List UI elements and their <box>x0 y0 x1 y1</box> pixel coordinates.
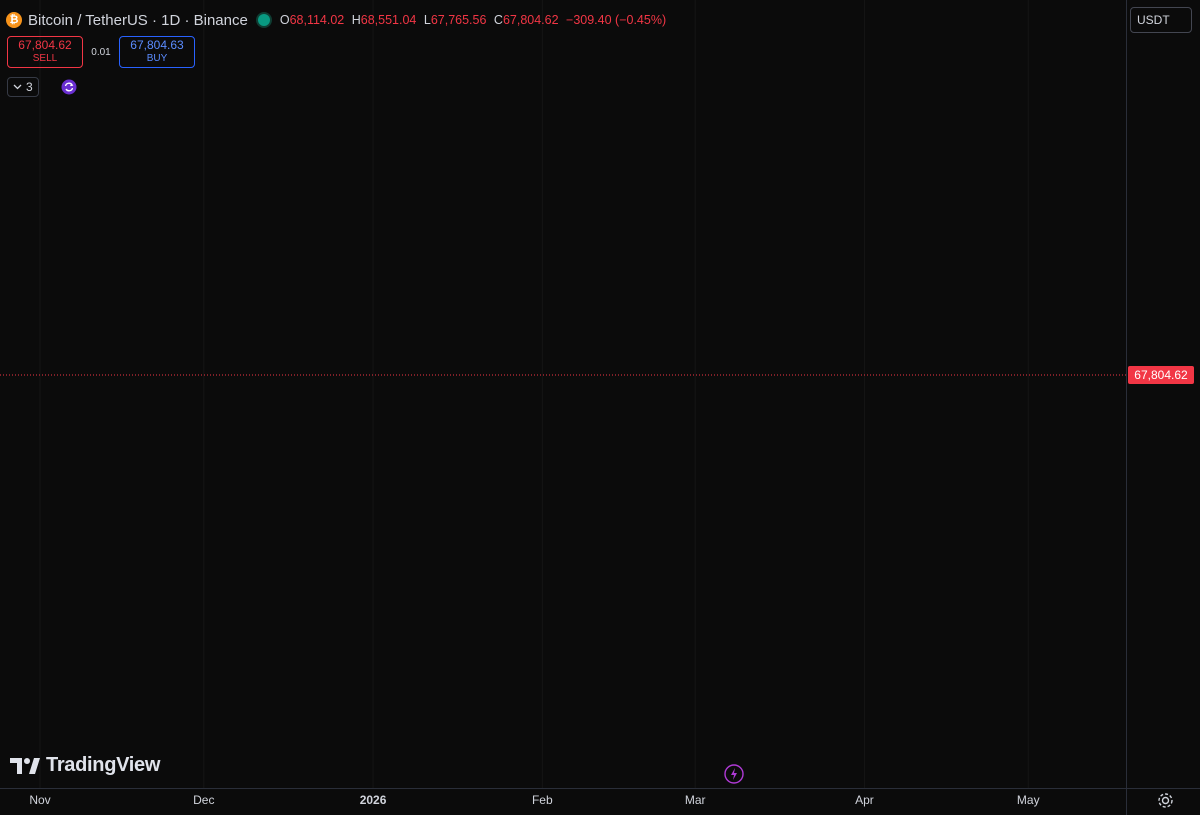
indicator-count: 3 <box>26 80 33 94</box>
currency-selector[interactable]: USDT <box>1130 7 1192 33</box>
time-tick-label: Mar <box>685 793 706 807</box>
chart-canvas[interactable]: 140,000.00130,000.00118,000.00110,000.00… <box>0 0 1200 815</box>
sell-button[interactable]: 67,804.62 SELL <box>7 36 83 68</box>
symbol-header: ₿ Bitcoin / TetherUS · 1D · Binance O68,… <box>6 10 666 30</box>
flash-icon[interactable] <box>724 764 744 784</box>
time-axis-divider <box>0 788 1200 789</box>
ohlc-values: O68,114.02 H68,551.04 L67,765.56 C67,804… <box>279 13 667 27</box>
gear-icon[interactable] <box>1157 792 1174 809</box>
sell-price: 67,804.62 <box>18 38 72 52</box>
tradingview-logo[interactable]: TradingView <box>10 754 160 777</box>
last-price-label: 67,804.62 <box>1128 366 1194 384</box>
time-axis: Nov Dec 2026 Feb Mar Apr May <box>29 793 1039 807</box>
time-tick-label: May <box>1017 793 1040 807</box>
buy-label: BUY <box>146 53 168 64</box>
indicators-toggle[interactable]: 3 <box>7 77 39 97</box>
time-tick-label: Nov <box>29 793 50 807</box>
time-tick-label: Feb <box>532 793 553 807</box>
spread-value: 0.01 <box>91 46 111 58</box>
tradingview-logo-icon <box>10 757 40 774</box>
sell-label: SELL <box>32 53 58 64</box>
brand-name: TradingView <box>46 754 161 776</box>
indicator-row: 3 <box>7 77 77 97</box>
time-tick-label: Apr <box>855 793 874 807</box>
sync-icon[interactable] <box>61 79 77 95</box>
price-change: −309.40 (−0.45%) <box>566 13 667 27</box>
buy-price: 67,804.63 <box>130 38 184 52</box>
bitcoin-icon: ₿ <box>6 12 22 28</box>
symbol-title[interactable]: Bitcoin / TetherUS · 1D · Binance <box>28 12 248 29</box>
chevron-down-icon <box>13 84 22 90</box>
chart-grid <box>39 0 1029 788</box>
trade-panel: 67,804.62 SELL 0.01 67,804.63 BUY <box>7 36 195 68</box>
price-axis-divider <box>1126 0 1127 815</box>
currency-label: USDT <box>1137 13 1170 27</box>
buy-button[interactable]: 67,804.63 BUY <box>119 36 195 68</box>
time-tick-label: 2026 <box>360 793 387 807</box>
time-tick-label: Dec <box>193 793 214 807</box>
market-status-icon[interactable] <box>257 14 270 26</box>
